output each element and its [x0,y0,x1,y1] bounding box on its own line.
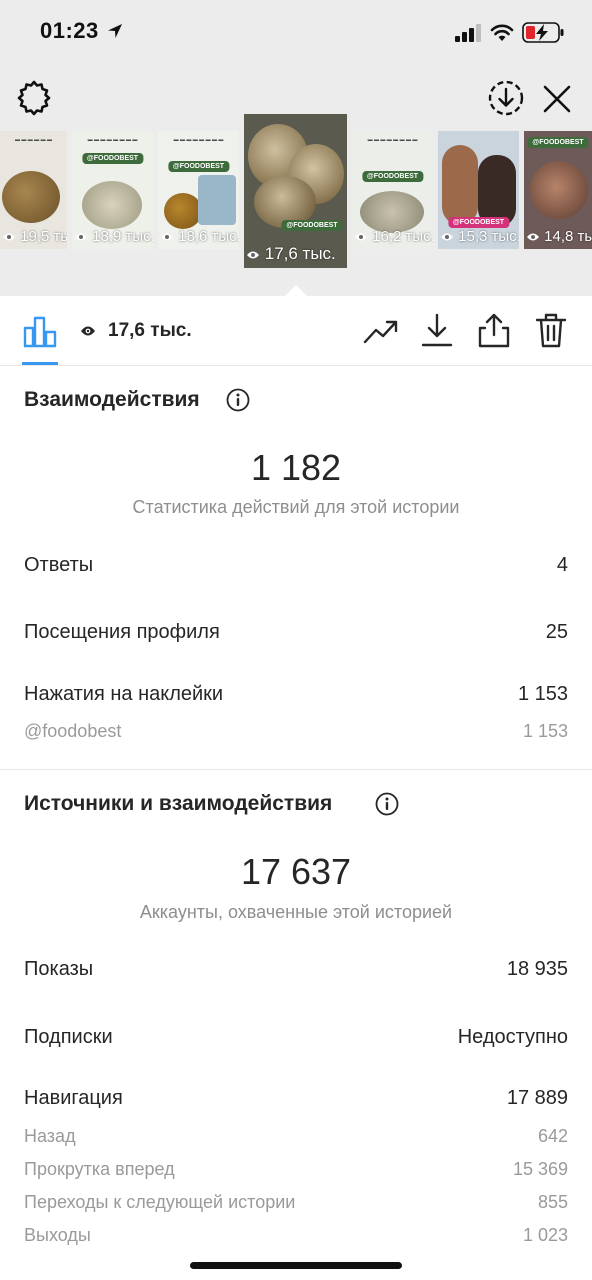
story-views-count: 18,9 тыс. [92,228,153,245]
story-caption-text: ▬ ▬ ▬ ▬ ▬ ▬ ▬ ▬ [87,137,138,143]
story-header: 01:23 ▬ ▬ ▬ ▬ ▬ ▬ 19,5 ты ▬ ▬ ▬ ▬ ▬ ▬ ▬ … [0,0,592,297]
story-thumbnail[interactable]: ▬ ▬ ▬ ▬ ▬ ▬ ▬ ▬ @FOODOBEST 16,2 тыс. [352,131,433,249]
story-thumbnail[interactable]: @FOODOBEST 15,3 тыс. [438,131,519,249]
eye-icon [355,233,367,241]
impressions-label: Показы [24,958,94,980]
cellular-signal-icon [455,24,481,42]
insights-toolbar: 17,6 тыс. [0,296,592,366]
follows-label: Подписки [24,1026,113,1048]
discovery-title: Источники и взаимодействия [24,792,333,815]
story-views-count: 16,2 тыс. [372,228,433,245]
location-arrow-icon [108,24,122,38]
story-views-count: 18,6 тыс. [178,228,239,245]
story-views: 19,5 тыс. [2,228,67,245]
food-photo [530,161,588,219]
story-caption-text: ▬ ▬ ▬ ▬ ▬ ▬ ▬ ▬ [367,137,418,143]
story-mention-tag: @FOODOBEST [447,217,510,228]
story-views: 15,3 тыс. [440,228,519,245]
eye-icon [441,233,453,241]
replies-value: 4 [556,554,568,576]
share-icon[interactable] [476,312,512,348]
sticker-mention-value: 1 153 [522,721,568,741]
eye-icon [3,233,15,241]
views-count: 17,6 тыс. [108,320,192,341]
story-views-count: 14,8 тыс. [544,228,592,245]
accounts-reached-total: 17 637 [240,851,352,892]
story-views: 16,2 тыс. [354,228,433,245]
story-caption-text: ▬ ▬ ▬ ▬ ▬ ▬ ▬ ▬ [173,137,224,143]
accounts-reached-subtitle: Аккаунты, охваченные этой историей [139,902,453,922]
eye-icon [75,233,87,241]
story-thumbnail[interactable]: ▬ ▬ ▬ ▬ ▬ ▬ ▬ ▬ @FOODOBEST 18,9 тыс. [72,131,153,249]
navigation-value: 17 889 [506,1087,568,1109]
impressions-value: 18 935 [506,958,568,980]
nav-forward-label: Прокрутка вперед [24,1159,175,1179]
info-icon[interactable] [375,792,399,816]
food-photo [2,171,60,223]
close-icon[interactable] [538,80,576,118]
nav-next-story-label: Переходы к следующей истории [24,1192,296,1212]
eye-icon [161,233,173,241]
story-thumbnail[interactable]: ▬ ▬ ▬ ▬ ▬ ▬ 19,5 тыс. [0,131,67,249]
food-photo [360,191,424,233]
sticker-taps-label: Нажатия на наклейки [24,683,224,705]
story-views-count: 15,3 тыс. [458,228,519,245]
home-indicator[interactable] [190,1262,402,1269]
active-tab-indicator [22,362,58,365]
replies-label: Ответы [24,554,94,576]
people-photo [442,145,478,225]
follows-value: Недоступно [457,1026,568,1048]
settings-gear-icon[interactable] [14,78,54,118]
interactions-total: 1 182 [250,447,342,488]
nav-next-story-value: 855 [537,1192,568,1212]
nav-back-label: Назад [24,1126,76,1146]
insights-chart-icon[interactable] [22,314,58,348]
delete-trash-icon[interactable] [533,312,569,348]
section-divider [0,769,592,770]
story-thumbnail-selected[interactable]: @FOODOBEST 17,6 тыс. [244,114,347,268]
profile-visits-label: Посещения профиля [24,621,220,643]
story-caption-text: ▬ ▬ ▬ ▬ ▬ ▬ [15,137,52,143]
nav-forward-value: 15 369 [512,1159,568,1179]
nav-exits-value: 1 023 [522,1225,568,1245]
story-mention-tag: @FOODOBEST [361,171,424,182]
status-bar: 01:23 [0,0,592,64]
story-mention-tag: @FOODOBEST [81,153,144,164]
interactions-title: Взаимодействия [24,388,200,411]
sticker-taps-value: 1 153 [517,683,568,705]
story-mention-tag: @FOODOBEST [167,161,230,172]
sticker-mention-label: @foodobest [24,721,122,741]
story-views-count: 19,5 тыс. [20,228,67,245]
interactions-subtitle: Статистика действий для этой истории [132,497,460,517]
info-icon[interactable] [226,388,250,412]
eye-icon [527,233,539,241]
food-photo [82,181,142,229]
save-download-icon[interactable] [486,78,526,118]
story-views: 17,6 тыс. [246,244,336,264]
wifi-icon [490,24,514,41]
story-views: 18,9 тыс. [74,228,153,245]
food-photo [164,193,202,229]
story-thumbnail[interactable]: @FOODOBEST 14,8 тыс. [524,131,592,249]
story-views: 14,8 тыс. [526,228,592,245]
nav-exits-label: Выходы [24,1225,91,1245]
story-views: 18,6 тыс. [160,228,239,245]
story-mention-tag: @FOODOBEST [527,137,589,148]
eye-icon [81,326,95,336]
story-thumbnail[interactable]: ▬ ▬ ▬ ▬ ▬ ▬ ▬ ▬ @FOODOBEST 18,6 тыс. [158,131,239,249]
story-views-count: 17,6 тыс. [264,244,336,263]
selected-story-pointer [284,285,308,297]
status-time: 01:23 [40,18,99,43]
profile-visits-value: 25 [545,621,568,643]
people-photo [198,175,236,225]
story-mention-tag: @FOODOBEST [281,220,343,231]
battery-charging-icon [522,22,564,43]
download-icon[interactable] [419,312,455,348]
navigation-label: Навигация [24,1087,123,1109]
nav-back-value: 642 [537,1126,568,1146]
eye-icon [247,251,259,259]
trend-promote-icon[interactable] [363,312,399,348]
